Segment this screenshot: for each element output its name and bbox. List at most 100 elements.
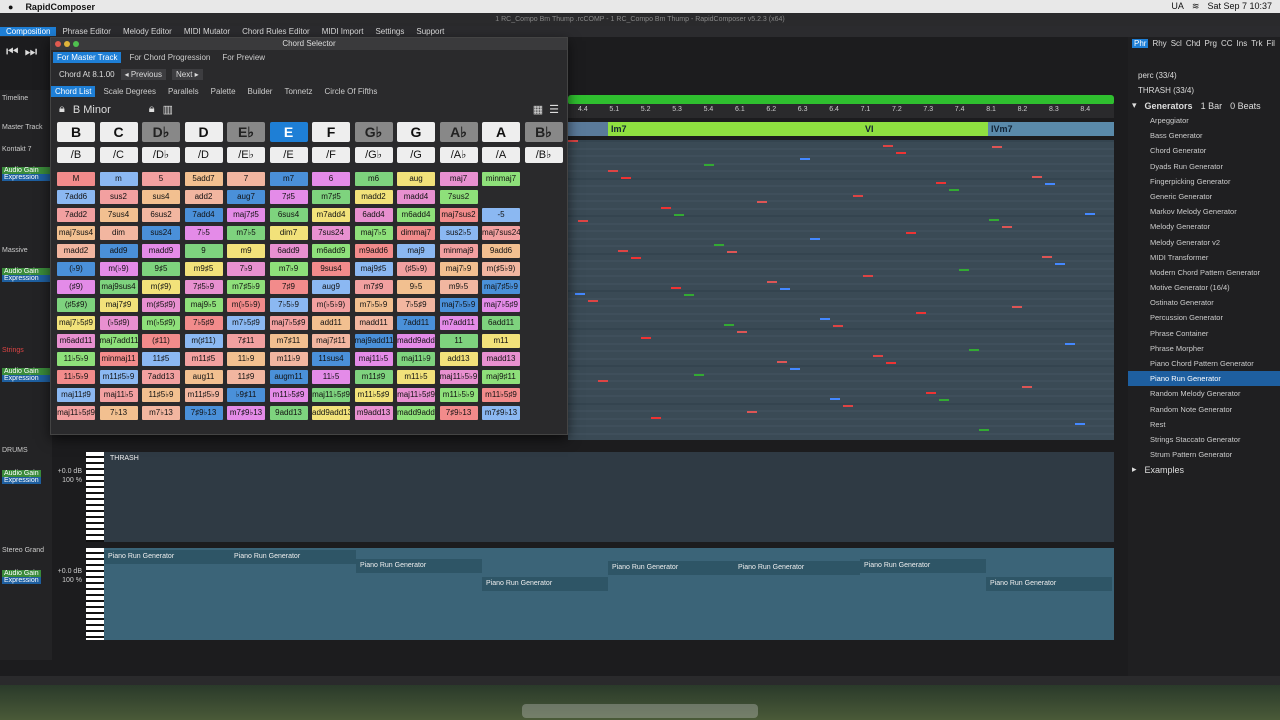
slash-chord-button[interactable]: /E♭ xyxy=(227,147,265,163)
generator-item[interactable]: Percussion Generator xyxy=(1128,310,1280,325)
keyboard-flag[interactable]: UA xyxy=(1171,1,1184,12)
chord-quality-button[interactable]: 9♭5 xyxy=(397,280,435,294)
slash-chord-button[interactable]: /E xyxy=(269,147,308,163)
chord-subtab[interactable]: Circle Of Fifths xyxy=(320,86,381,97)
chord-quality-button[interactable]: madd11 xyxy=(354,316,393,330)
menu-settings[interactable]: Settings xyxy=(369,27,410,36)
list-icon[interactable]: ☰ xyxy=(549,103,559,116)
generator-item[interactable]: Melody Generator v2 xyxy=(1128,235,1280,250)
generator-item[interactable]: Chord Generator xyxy=(1128,143,1280,158)
dock[interactable] xyxy=(522,704,758,718)
panel-tab-phr[interactable]: Phr xyxy=(1132,39,1149,48)
chord-quality-button[interactable]: maj9sus4 xyxy=(99,280,138,294)
root-note-button[interactable]: E♭ xyxy=(227,122,265,142)
chord-quality-button[interactable]: 7♭5♯9 xyxy=(184,316,223,330)
chord-quality-button[interactable]: sus4 xyxy=(142,190,180,204)
generator-item[interactable]: Generic Generator xyxy=(1128,189,1280,204)
midi-note[interactable] xyxy=(568,140,578,142)
chord-quality-button[interactable]: maj11♭5♯9 xyxy=(57,406,95,420)
chord-quality-button[interactable]: 11♯5♭9 xyxy=(142,388,180,402)
chord-quality-button[interactable]: add13 xyxy=(439,352,478,366)
midi-note[interactable] xyxy=(853,195,863,197)
chord-quality-button[interactable]: -5 xyxy=(482,208,520,222)
chord-quality-button[interactable]: 6sus4 xyxy=(269,208,308,222)
drums-clip[interactable]: THRASH xyxy=(106,452,226,466)
midi-note[interactable] xyxy=(800,158,810,160)
midi-note[interactable] xyxy=(578,220,588,222)
chord-quality-button[interactable]: m(♯5♭9) xyxy=(482,262,520,276)
chord-quality-button[interactable]: m9add6 xyxy=(354,244,393,258)
generator-item[interactable]: Strum Pattern Generator xyxy=(1128,447,1280,462)
chord-quality-button[interactable]: maj7♯5♭9 xyxy=(482,280,520,294)
lock-icon[interactable]: 🔒︎ xyxy=(59,103,65,116)
root-note-button[interactable]: G♭ xyxy=(354,122,393,142)
piano-clip[interactable]: Piano Run Generator xyxy=(230,550,356,564)
midi-note[interactable] xyxy=(777,361,787,363)
root-note-button[interactable]: F xyxy=(312,122,350,142)
menu-melody-editor[interactable]: Melody Editor xyxy=(117,27,178,36)
track-massive[interactable]: Massive Audio Gain Expression xyxy=(2,247,50,282)
chord-quality-button[interactable]: 7♭5♯9 xyxy=(397,298,435,312)
panel-tab-prg[interactable]: Prg xyxy=(1205,39,1217,48)
chord-quality-button[interactable]: m7♯11 xyxy=(269,334,308,348)
dialog-tab[interactable]: For Preview xyxy=(218,52,269,63)
midi-note[interactable] xyxy=(684,294,694,296)
menu-composition[interactable]: Composition xyxy=(0,27,57,36)
midi-note[interactable] xyxy=(896,152,906,154)
dialog-titlebar[interactable]: Chord Selector xyxy=(51,38,567,50)
minimize-icon[interactable] xyxy=(64,41,70,47)
chord-quality-button[interactable]: add2 xyxy=(184,190,223,204)
piano-clip[interactable]: Piano Run Generator xyxy=(734,561,860,575)
panel-tab-trk[interactable]: Trk xyxy=(1251,39,1262,48)
panel-tab-scl[interactable]: Scl xyxy=(1171,39,1182,48)
chord-quality-button[interactable]: madd9 xyxy=(142,244,180,258)
root-note-button[interactable]: E xyxy=(269,122,308,142)
chord-quality-button[interactable]: (♯9) xyxy=(57,280,95,294)
chord-subtab[interactable]: Palette xyxy=(207,86,240,97)
midi-note[interactable] xyxy=(724,324,734,326)
generator-item[interactable]: Dyads Run Generator xyxy=(1128,159,1280,174)
chord-quality-button[interactable]: 7♭5♭9 xyxy=(269,298,308,312)
chord-quality-button[interactable]: m(♭9) xyxy=(99,262,138,276)
midi-note[interactable] xyxy=(747,411,757,413)
chord-quality-button[interactable]: (♯11) xyxy=(142,334,180,348)
midi-note[interactable] xyxy=(989,219,999,221)
midi-note[interactable] xyxy=(575,293,585,295)
chord-quality-button[interactable]: maj9 xyxy=(397,244,435,258)
expression[interactable]: Expression xyxy=(2,375,50,382)
chord-quality-button[interactable]: 11sus4 xyxy=(312,352,350,366)
midi-note[interactable] xyxy=(767,281,777,283)
midi-note[interactable] xyxy=(714,244,724,246)
menu-midi-import[interactable]: MIDI Import xyxy=(316,27,370,36)
midi-note[interactable] xyxy=(727,251,737,253)
midi-note[interactable] xyxy=(969,349,979,351)
chord-quality-button[interactable]: madd4 xyxy=(397,190,435,204)
master-chord-lane[interactable]: Im7 VI IVm7 xyxy=(568,122,1114,136)
generator-item[interactable]: MIDI Transformer xyxy=(1128,250,1280,265)
chord-quality-button[interactable]: dim xyxy=(99,226,138,240)
audio-gain[interactable]: Audio Gain xyxy=(2,368,50,375)
chord-subtab[interactable]: Tonnetz xyxy=(280,86,316,97)
chord-quality-button[interactable]: madd9add11 xyxy=(397,334,435,348)
chord-quality-button[interactable]: maj7♭5♭9 xyxy=(439,298,478,312)
chord-quality-button[interactable]: 11♭9 xyxy=(227,352,265,366)
chord-quality-button[interactable]: m(♭5♭9) xyxy=(227,298,265,312)
chord-quality-button[interactable]: 11♭5♭9 xyxy=(57,352,95,366)
clock[interactable]: Sat Sep 7 10:37 xyxy=(1207,1,1272,12)
midi-note[interactable] xyxy=(1022,386,1032,388)
chord-quality-button[interactable]: aug xyxy=(397,172,435,186)
drums-keyboard[interactable] xyxy=(86,452,104,542)
chord-quality-button[interactable]: maj11♭5♯9 xyxy=(312,388,350,402)
chord-quality-button[interactable]: maj11♭5♭9 xyxy=(439,370,478,384)
chord-quality-button[interactable]: minmaj11 xyxy=(99,352,138,366)
generator-item[interactable]: Fingerpicking Generator xyxy=(1128,174,1280,189)
chord-ivm7[interactable]: IVm7 xyxy=(988,122,1114,136)
audio-gain[interactable]: Audio Gain xyxy=(2,470,41,477)
generator-item[interactable]: Arpeggiator xyxy=(1128,113,1280,128)
chord-quality-button[interactable]: m11♯9 xyxy=(354,370,393,384)
chord-quality-button[interactable]: madd9add13 xyxy=(397,406,435,420)
midi-note[interactable] xyxy=(939,399,949,401)
midi-note[interactable] xyxy=(1075,423,1085,425)
chord-quality-button[interactable]: aug9 xyxy=(312,280,350,294)
midi-note[interactable] xyxy=(883,145,893,147)
